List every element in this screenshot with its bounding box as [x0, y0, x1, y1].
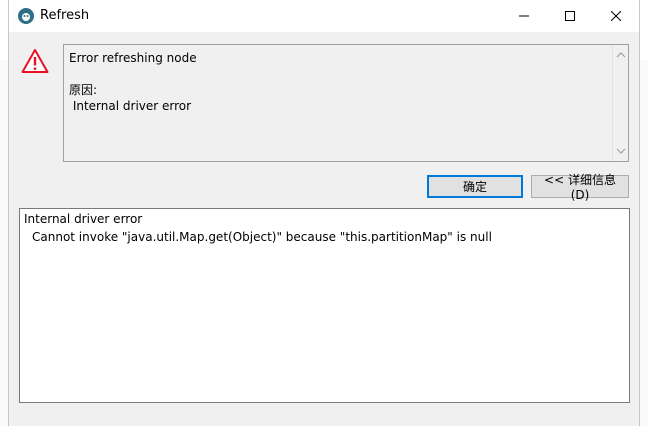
ok-button[interactable]: 确定	[427, 175, 523, 198]
details-button[interactable]: << 详细信息(D)	[531, 173, 629, 202]
warning-icon	[21, 48, 49, 74]
message-scrollbar[interactable]	[612, 45, 628, 161]
app-icon	[18, 8, 34, 24]
background-window-edge-right	[639, 60, 648, 426]
scroll-down-icon[interactable]	[616, 146, 626, 156]
message-title: Error refreshing node	[69, 51, 197, 65]
maximize-button[interactable]	[547, 0, 593, 32]
message-area[interactable]: Error refreshing node 原因: Internal drive…	[63, 44, 629, 162]
reason-label: 原因:	[69, 83, 98, 97]
refresh-dialog: Refresh Error refreshing node 原因: Intern…	[8, 0, 640, 426]
details-line: Internal driver error	[24, 212, 143, 226]
maximize-icon	[565, 11, 575, 21]
details-line: Cannot invoke "java.util.Map.get(Object)…	[32, 230, 492, 244]
message-text: Error refreshing node 原因: Internal drive…	[69, 50, 197, 114]
close-button[interactable]	[593, 0, 639, 32]
minimize-button[interactable]	[501, 0, 547, 32]
scroll-up-icon[interactable]	[616, 50, 626, 60]
reason-text: Internal driver error	[72, 99, 192, 113]
title-bar[interactable]: Refresh	[9, 0, 639, 32]
close-icon	[611, 11, 621, 21]
details-text-area[interactable]: Internal driver error Cannot invoke "jav…	[19, 208, 630, 403]
window-title: Refresh	[40, 8, 90, 23]
minimize-icon	[519, 15, 529, 17]
